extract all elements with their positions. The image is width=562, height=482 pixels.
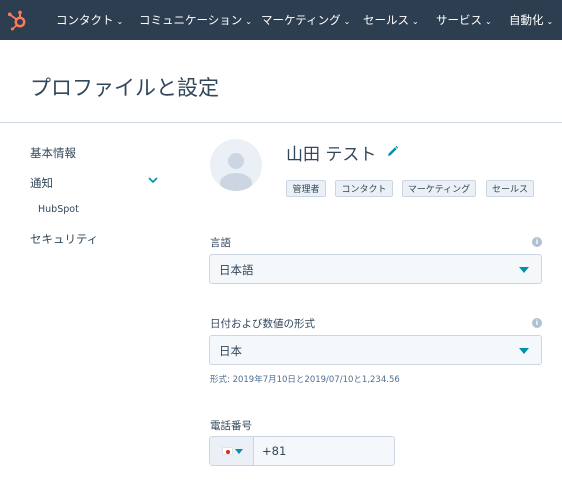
phone-label: 電話番号 [210, 420, 252, 432]
nav-automation-label: 自動化 [509, 13, 544, 27]
nav-service[interactable]: サービス ⌄ [436, 0, 492, 40]
page-header: プロファイルと設定 [0, 40, 562, 123]
role-tag-marketing: マーケティング [402, 180, 476, 197]
hubspot-logo-icon[interactable] [6, 9, 28, 31]
chevron-down-icon: ⌄ [245, 16, 252, 26]
sidebar-item-basic-info[interactable]: 基本情報 [30, 145, 76, 161]
nav-marketing[interactable]: マーケティング ⌄ [261, 0, 350, 40]
nav-sales[interactable]: セールス ⌄ [363, 0, 419, 40]
role-tag-contacts: コンタクト [335, 180, 393, 197]
chevron-down-icon[interactable] [146, 175, 160, 187]
country-select-button[interactable] [210, 437, 254, 465]
format-label: 日付および数値の形式 [210, 318, 315, 330]
chevron-down-icon: ⌄ [116, 16, 124, 26]
user-name: 山田 テスト [286, 145, 377, 165]
user-silhouette-icon [220, 153, 252, 191]
caret-down-icon [519, 267, 529, 273]
chevron-down-icon: ⌄ [546, 16, 554, 26]
nav-conversations-label: コミュニケーション [139, 13, 243, 27]
language-select[interactable]: 日本語 [209, 254, 542, 284]
language-label: 言語 [210, 237, 231, 249]
avatar[interactable] [210, 139, 262, 191]
info-icon[interactable]: i [532, 318, 542, 328]
phone-field: +81 [209, 436, 395, 466]
format-select[interactable]: 日本 [209, 335, 542, 365]
top-navigation: コンタクト ⌄ コミュニケーション ⌄ マーケティング ⌄ セールス ⌄ サービ… [0, 0, 562, 40]
format-help-text: 形式: 2019年7月10日と2019/07/10と1,234.56 [210, 375, 400, 385]
caret-down-icon [519, 348, 529, 354]
caret-down-icon [235, 449, 243, 454]
language-select-value: 日本語 [219, 263, 254, 277]
sidebar-item-notifications[interactable]: 通知 [30, 175, 53, 191]
page-title: プロファイルと設定 [30, 76, 219, 100]
nav-contacts-label: コンタクト [56, 13, 114, 27]
nav-contacts[interactable]: コンタクト ⌄ [56, 0, 123, 40]
info-icon[interactable]: i [532, 237, 542, 247]
nav-conversations[interactable]: コミュニケーション ⌄ [139, 0, 252, 40]
sidebar-item-security[interactable]: セキュリティ [30, 231, 98, 247]
nav-service-label: サービス [436, 13, 482, 27]
phone-number-input[interactable]: +81 [262, 444, 286, 458]
chevron-down-icon: ⌄ [412, 16, 419, 26]
japan-flag-icon [222, 447, 233, 455]
role-tag-admin: 管理者 [286, 180, 326, 197]
pencil-icon[interactable] [386, 145, 399, 158]
nav-sales-label: セールス [363, 13, 409, 27]
format-select-value: 日本 [219, 344, 242, 358]
nav-automation[interactable]: 自動化 ⌄ [509, 0, 553, 40]
role-tag-sales: セールス [486, 180, 534, 197]
nav-marketing-label: マーケティング [261, 13, 341, 27]
chevron-down-icon: ⌄ [343, 16, 351, 26]
sidebar-item-hubspot[interactable]: HubSpot [38, 204, 79, 215]
chevron-down-icon: ⌄ [485, 16, 492, 26]
